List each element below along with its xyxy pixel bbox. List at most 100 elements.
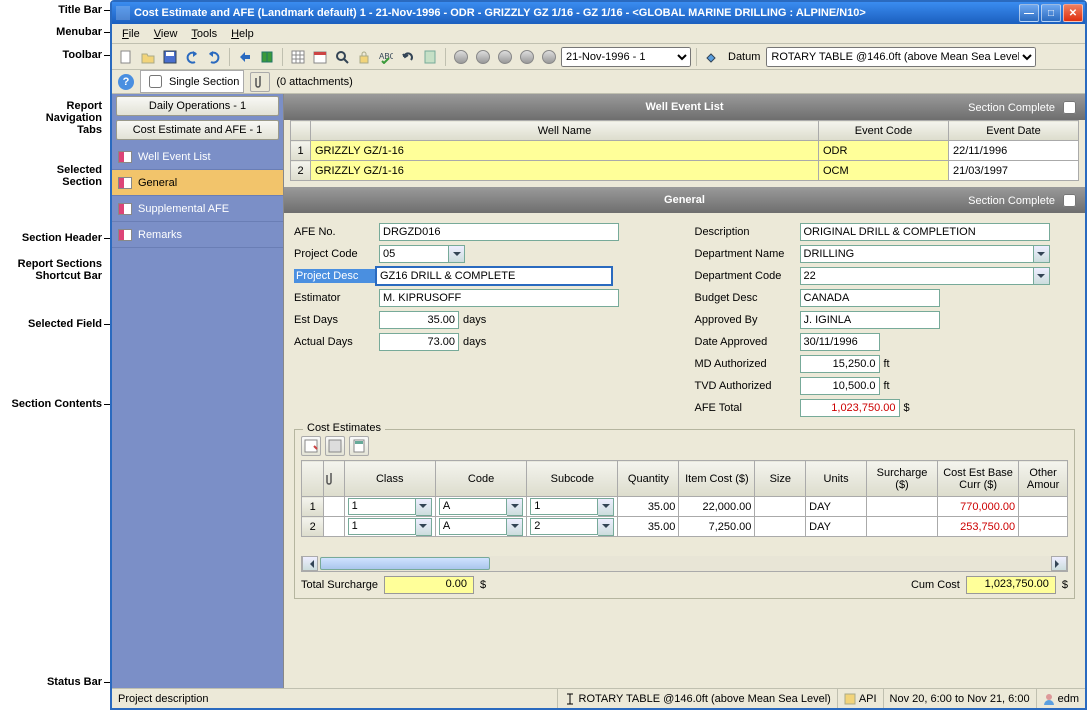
ce-add-icon[interactable] xyxy=(301,436,321,456)
input-dept-name[interactable] xyxy=(800,245,1050,263)
label-est-days: Est Days xyxy=(294,314,379,326)
col-surcharge[interactable]: Surcharge ($) xyxy=(867,461,938,497)
undo-icon[interactable] xyxy=(182,47,202,67)
dropdown-icon[interactable] xyxy=(1034,267,1050,285)
col-item-cost[interactable]: Item Cost ($) xyxy=(679,461,755,497)
nav-next-icon[interactable] xyxy=(495,47,515,67)
nav-icon[interactable] xyxy=(235,47,255,67)
dropdown-icon[interactable] xyxy=(598,518,614,536)
col-event-date[interactable]: Event Date xyxy=(949,121,1079,141)
section-complete-well-events[interactable]: Section Complete xyxy=(968,98,1079,117)
scroll-right-icon[interactable] xyxy=(1051,556,1067,571)
nav-last-icon[interactable] xyxy=(517,47,537,67)
find-icon[interactable] xyxy=(332,47,352,67)
scroll-left-icon[interactable] xyxy=(302,556,318,571)
report-icon[interactable] xyxy=(420,47,440,67)
open-icon[interactable] xyxy=(138,47,158,67)
dropdown-icon[interactable] xyxy=(1034,245,1050,263)
input-est-days[interactable] xyxy=(379,311,459,329)
input-date-approved[interactable] xyxy=(800,333,880,351)
menu-tools[interactable]: Tools xyxy=(185,26,223,42)
ce-calc-icon[interactable] xyxy=(349,436,369,456)
table-row[interactable]: 1 1 A 1 35.00 22,000.00 DAY xyxy=(302,497,1068,517)
horizontal-scrollbar[interactable] xyxy=(301,556,1068,572)
col-code[interactable]: Code xyxy=(435,461,526,497)
menu-help[interactable]: Help xyxy=(225,26,260,42)
calendar-icon[interactable] xyxy=(310,47,330,67)
section-complete-checkbox[interactable] xyxy=(1063,194,1076,207)
paint-icon[interactable] xyxy=(702,47,722,67)
input-approved-by[interactable] xyxy=(800,311,940,329)
dropdown-icon[interactable] xyxy=(598,498,614,516)
report-tab-daily-ops[interactable]: Daily Operations - 1 xyxy=(116,96,279,116)
input-project-desc[interactable] xyxy=(375,266,613,286)
table-row[interactable]: 1 GRIZZLY GZ/1-16 ODR 22/11/1996 xyxy=(291,141,1079,161)
section-complete-checkbox[interactable] xyxy=(1063,101,1076,114)
ce-remove-icon[interactable] xyxy=(325,436,345,456)
col-class[interactable]: Class xyxy=(344,461,435,497)
lock-icon[interactable] xyxy=(354,47,374,67)
input-budget-desc[interactable] xyxy=(800,289,940,307)
report-tab-cost-estimate[interactable]: Cost Estimate and AFE - 1 xyxy=(116,120,279,140)
callout-report-nav-tabs: Report Navigation Tabs xyxy=(46,100,102,136)
col-cost-est[interactable]: Cost Est Base Curr ($) xyxy=(938,461,1019,497)
input-description[interactable] xyxy=(800,223,1050,241)
sidebar-item-general[interactable]: General xyxy=(112,170,283,196)
nav-first-icon[interactable] xyxy=(451,47,471,67)
input-project-code[interactable] xyxy=(379,245,465,263)
datum-selector[interactable]: ROTARY TABLE @146.0ft (above Mean Sea Le… xyxy=(766,47,1036,67)
nav-end-icon[interactable] xyxy=(539,47,559,67)
maximize-button[interactable]: □ xyxy=(1041,4,1061,22)
dropdown-icon[interactable] xyxy=(449,245,465,263)
table-row[interactable]: 2 GRIZZLY GZ/1-16 OCM 21/03/1997 xyxy=(291,161,1079,181)
callout-section-contents: Section Contents xyxy=(12,398,102,410)
table-row[interactable]: 2 1 A 2 35.00 7,250.00 DAY xyxy=(302,517,1068,537)
close-button[interactable]: ✕ xyxy=(1063,4,1083,22)
col-quantity[interactable]: Quantity xyxy=(618,461,679,497)
input-md-auth[interactable] xyxy=(800,355,880,373)
input-tvd-auth[interactable] xyxy=(800,377,880,395)
menu-view[interactable]: View xyxy=(148,26,184,42)
dropdown-icon[interactable] xyxy=(507,518,523,536)
sidebar-item-remarks[interactable]: Remarks xyxy=(112,222,283,248)
dropdown-icon[interactable] xyxy=(416,518,432,536)
nav-prev-icon[interactable] xyxy=(473,47,493,67)
sidebar-item-well-event-list[interactable]: Well Event List xyxy=(112,144,283,170)
section-header-well-event-list: Well Event List Section Complete xyxy=(284,94,1085,120)
unit-label: days xyxy=(463,314,486,326)
book-icon[interactable] xyxy=(257,47,277,67)
col-well-name[interactable]: Well Name xyxy=(311,121,819,141)
grid-icon[interactable] xyxy=(288,47,308,67)
sidebar-item-label: Supplemental AFE xyxy=(138,203,229,215)
status-message: Project description xyxy=(112,689,558,708)
menu-file[interactable]: File xyxy=(116,26,146,42)
dropdown-icon[interactable] xyxy=(416,498,432,516)
save-icon[interactable] xyxy=(160,47,180,67)
single-section-toggle[interactable]: Single Section xyxy=(140,70,244,93)
single-section-checkbox[interactable] xyxy=(149,75,162,88)
section-icon xyxy=(118,151,132,163)
help-icon[interactable]: ? xyxy=(118,74,134,90)
col-size[interactable]: Size xyxy=(755,461,806,497)
spellcheck-icon[interactable]: ABC xyxy=(376,47,396,67)
input-actual-days[interactable] xyxy=(379,333,459,351)
sidebar-item-supplemental-afe[interactable]: Supplemental AFE xyxy=(112,196,283,222)
col-other[interactable]: Other Amour xyxy=(1019,461,1068,497)
col-event-code[interactable]: Event Code xyxy=(819,121,949,141)
col-attach[interactable] xyxy=(324,461,344,497)
new-icon[interactable] xyxy=(116,47,136,67)
dropdown-icon[interactable] xyxy=(507,498,523,516)
section-complete-general[interactable]: Section Complete xyxy=(968,191,1079,210)
minimize-button[interactable]: — xyxy=(1019,4,1039,22)
attachments-icon[interactable] xyxy=(250,72,270,92)
window-title: Cost Estimate and AFE (Landmark default)… xyxy=(134,7,1019,19)
col-units[interactable]: Units xyxy=(806,461,867,497)
col-subcode[interactable]: Subcode xyxy=(527,461,618,497)
input-estimator[interactable] xyxy=(379,289,619,307)
redo-icon[interactable] xyxy=(204,47,224,67)
input-afe-no[interactable] xyxy=(379,223,619,241)
scroll-thumb[interactable] xyxy=(320,557,490,570)
refresh-icon[interactable] xyxy=(398,47,418,67)
date-selector[interactable]: 21-Nov-1996 - 1 xyxy=(561,47,691,67)
input-dept-code[interactable] xyxy=(800,267,1050,285)
